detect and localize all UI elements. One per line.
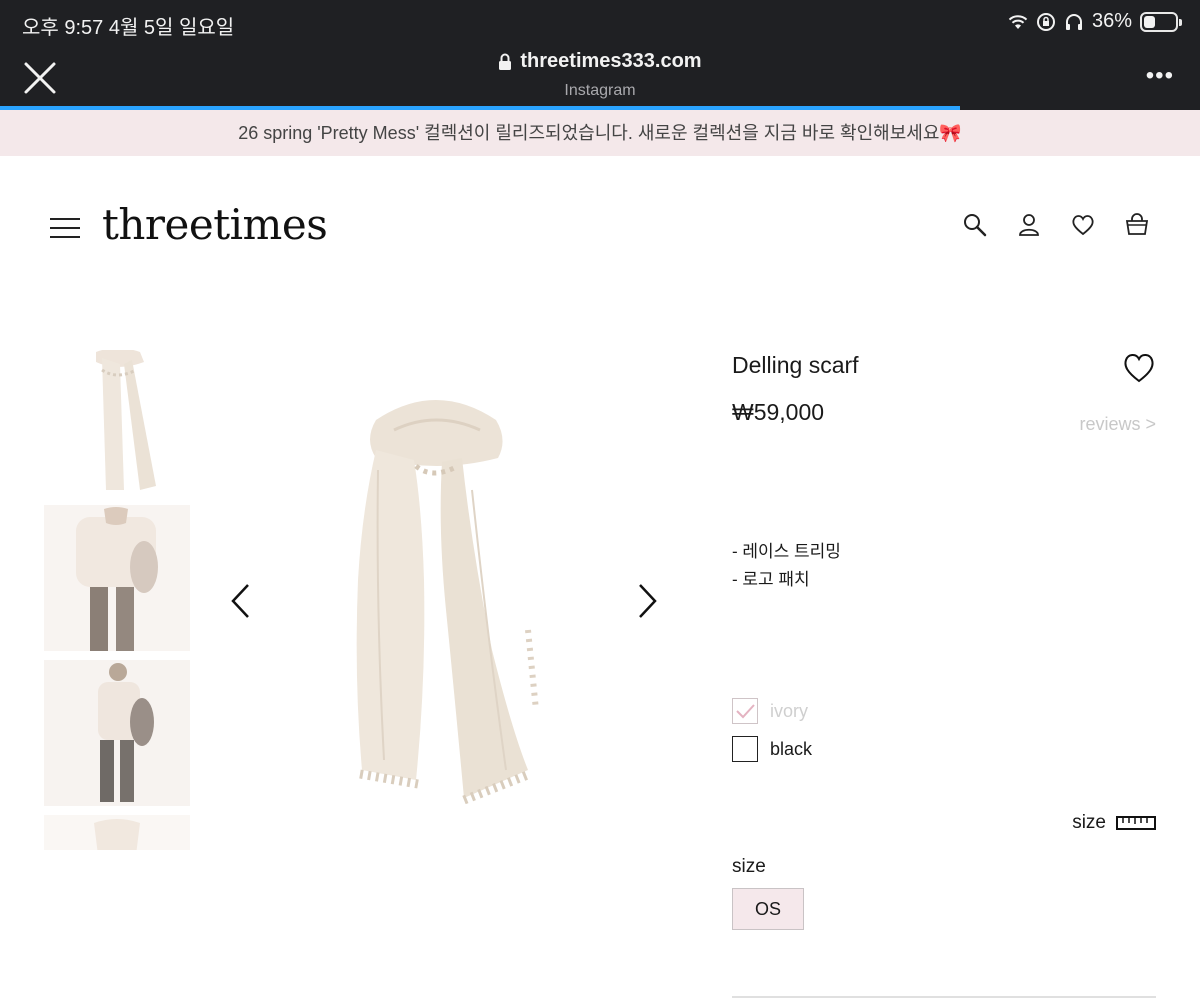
chevron-left-icon[interactable] bbox=[228, 582, 254, 620]
color-option-black[interactable]: black bbox=[732, 736, 812, 762]
url-display[interactable]: threetimes333.com bbox=[498, 50, 702, 73]
bag-icon[interactable] bbox=[1124, 212, 1150, 238]
ruler-icon bbox=[1116, 816, 1156, 830]
search-icon[interactable] bbox=[962, 212, 988, 238]
user-icon[interactable] bbox=[1016, 212, 1042, 238]
divider bbox=[732, 996, 1156, 998]
size-heading: size bbox=[732, 856, 766, 877]
site-header: threetimes bbox=[0, 156, 1200, 296]
header-icons bbox=[962, 212, 1150, 238]
browser-bar: threetimes333.com Instagram ••• bbox=[0, 46, 1200, 110]
product-info: Delling scarf ₩59,000 reviews > - 레이스 트리… bbox=[732, 350, 1156, 930]
product-description: - 레이스 트리밍 - 로고 패치 bbox=[732, 538, 841, 594]
url-text: threetimes333.com bbox=[520, 50, 702, 72]
feature-item: - 레이스 트리밍 bbox=[732, 542, 841, 561]
thumbnail-list bbox=[44, 350, 190, 850]
status-right: 36% bbox=[1008, 10, 1182, 33]
color-options: ivory black bbox=[732, 698, 812, 774]
lock-icon bbox=[499, 53, 512, 70]
battery-percent: 36% bbox=[1091, 10, 1132, 32]
url-subtitle: Instagram bbox=[564, 81, 636, 99]
thumbnail-2[interactable] bbox=[44, 505, 190, 651]
more-menu-button[interactable]: ••• bbox=[1146, 64, 1174, 88]
size-guide-label: size bbox=[1072, 812, 1106, 833]
reviews-link[interactable]: reviews > bbox=[1079, 414, 1156, 435]
main-product-image[interactable] bbox=[266, 350, 626, 850]
site-logo[interactable]: threetimes bbox=[102, 200, 328, 249]
wifi-icon bbox=[1008, 14, 1028, 29]
color-option-ivory[interactable]: ivory bbox=[732, 698, 812, 724]
address-area[interactable]: threetimes333.com Instagram bbox=[0, 50, 1200, 100]
headphones-icon bbox=[1065, 13, 1082, 30]
battery-icon bbox=[1140, 11, 1182, 32]
product-name: Delling scarf bbox=[732, 352, 859, 378]
checkbox-black[interactable] bbox=[732, 736, 758, 762]
checkbox-ivory[interactable] bbox=[732, 698, 758, 724]
heart-icon[interactable] bbox=[1070, 212, 1096, 238]
battery-fill bbox=[1144, 15, 1155, 28]
menu-icon[interactable] bbox=[50, 218, 80, 238]
color-label-ivory: ivory bbox=[770, 700, 809, 721]
orientation-lock-icon bbox=[1036, 12, 1055, 31]
chevron-right-icon[interactable] bbox=[634, 582, 660, 620]
status-time: 오후 9:57 4월 5일 일요일 bbox=[22, 17, 235, 39]
wishlist-heart-icon[interactable] bbox=[1122, 352, 1156, 384]
color-label-black: black bbox=[770, 738, 813, 759]
thumbnail-3[interactable] bbox=[44, 660, 190, 806]
status-bar: 오후 9:57 4월 5일 일요일 36% bbox=[0, 0, 1200, 46]
promo-banner[interactable]: 26 spring 'Pretty Mess' 컬렉션이 릴리즈되었습니다. 새… bbox=[0, 110, 1200, 156]
thumbnail-4[interactable] bbox=[44, 815, 190, 850]
size-option-os[interactable]: OS bbox=[732, 888, 804, 930]
feature-item: - 로고 패치 bbox=[732, 570, 810, 589]
checkmark-icon bbox=[736, 704, 755, 719]
size-guide-link[interactable]: size bbox=[1072, 812, 1156, 834]
thumbnail-1[interactable] bbox=[44, 350, 190, 496]
